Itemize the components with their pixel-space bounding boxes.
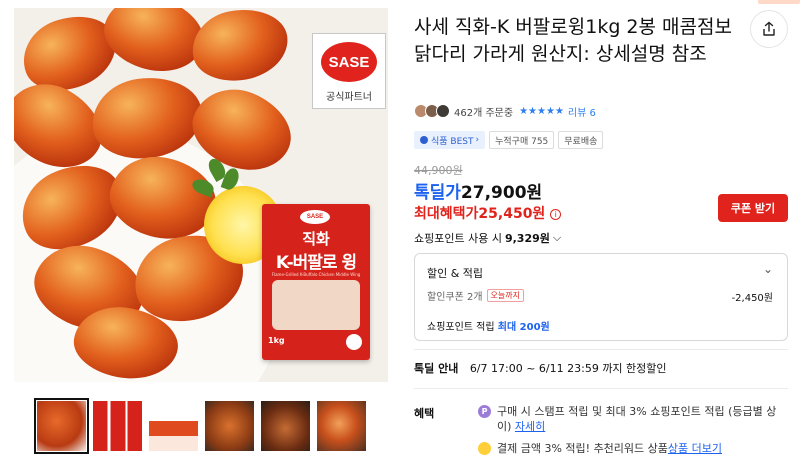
max-benefit-price: 최대혜택가25,450원 i xyxy=(414,203,562,223)
sale-price-row: 톡딜가27,900원 xyxy=(414,178,542,203)
share-icon xyxy=(763,21,775,36)
more-products-link[interactable]: 상품 더보기 xyxy=(668,440,722,456)
benefit-stamp-row: P 구매 시 스탬프 적립 및 최대 3% 쇼핑포인트 적립 (등급별 상이) … xyxy=(478,404,778,434)
star-rating-icon: ★★★★★ xyxy=(519,105,564,117)
product-title: 사세 직화-K 버팔로윙1kg 2봉 매콤점보닭다리 가라게 원산지: 상세설명… xyxy=(414,16,732,65)
points-usage-value: 9,329원 xyxy=(504,232,550,245)
avatar xyxy=(436,104,450,118)
brand-partner-label: 공식파트너 xyxy=(326,92,372,103)
ad-icon xyxy=(420,136,428,144)
coupon-amount: -2,450원 xyxy=(731,293,773,304)
benefit-reward-row: 결제 금액 3% 적립! 추천리워드 상품 상품 더보기 xyxy=(478,440,722,456)
pack-subtitle: Flame-Grilled K-Buffalo Chicken Middle W… xyxy=(271,272,361,277)
pack-stamp xyxy=(346,334,362,350)
badge-label: 식품 BEST xyxy=(431,136,474,147)
coupon-label: 할인쿠폰 2개 xyxy=(427,292,483,303)
divider xyxy=(414,349,788,350)
pack-weight: 1kg xyxy=(268,336,285,345)
points-accrual-label: 쇼핑포인트 적립 xyxy=(427,322,495,333)
thumbnail[interactable] xyxy=(146,398,201,454)
order-count: 462개 주문중 xyxy=(454,107,514,119)
deal-info-text: 6/7 17:00 ~ 6/11 23:59 까지 한정할인 xyxy=(469,362,667,375)
discount-panel: 할인 & 적립 ⌄ 할인쿠폰 2개 오늘까지 -2,450원 쇼핑포인트 적립 … xyxy=(414,253,788,341)
wing-graphic xyxy=(186,8,294,88)
coin-icon xyxy=(478,441,491,455)
brand-badge: SASE 공식파트너 xyxy=(312,33,386,109)
product-package: SASE 직화 K-버팔로 윙 Flame-Grilled K-Buffalo … xyxy=(262,204,370,360)
review-link[interactable]: 리뷰 6 xyxy=(568,104,596,119)
benefit-label: 혜택 xyxy=(414,407,435,420)
chevron-right-icon: › xyxy=(475,135,480,145)
pack-title-line1: 직화 xyxy=(302,230,330,248)
thumbnail[interactable] xyxy=(202,398,257,454)
discount-title: 할인 & 적립 xyxy=(427,267,484,280)
info-icon[interactable]: i xyxy=(550,208,562,220)
pack-logo: SASE xyxy=(300,210,330,224)
pack-title-line2: K-버팔로 윙 xyxy=(275,253,357,273)
coupon-download-button[interactable]: 쿠폰 받기 xyxy=(718,194,788,222)
product-main-image[interactable]: SASE 공식파트너 SASE 직화 K-버팔로 윙 Flame-Grilled… xyxy=(14,8,388,382)
promo-sticker xyxy=(758,0,800,4)
sale-price-label: 톡딜가 xyxy=(414,183,461,203)
thumbnail-strip xyxy=(34,398,370,454)
points-usage-row[interactable]: 쇼핑포인트 사용 시 9,329원 ⌵ xyxy=(414,230,561,246)
deal-info-row: 톡딜 안내 6/7 17:00 ~ 6/11 23:59 까지 한정할인 xyxy=(414,360,667,376)
benefit-reward-body: 결제 금액 3% 적립! 추천리워드 상품 xyxy=(497,442,668,455)
chevron-down-icon: ⌵ xyxy=(552,231,562,244)
share-button[interactable] xyxy=(750,10,788,48)
thumbnail[interactable] xyxy=(314,398,369,454)
badge-free-shipping: 무료배송 xyxy=(558,131,604,149)
points-usage-label: 쇼핑포인트 사용 시 xyxy=(414,232,502,245)
pack-window xyxy=(272,280,360,330)
coupon-row: 할인쿠폰 2개 오늘까지 xyxy=(427,288,524,303)
buyer-avatars xyxy=(414,104,450,118)
thumbnail[interactable] xyxy=(90,398,145,454)
benefit-stamp-text: 구매 시 스탬프 적립 및 최대 3% 쇼핑포인트 적립 (등급별 상이) 자세… xyxy=(497,404,778,434)
thumbnail[interactable] xyxy=(34,398,89,454)
review-summary: 462개 주문중 ★★★★★ 리뷰 6 xyxy=(414,103,596,119)
points-accrual-value: 최대 200원 xyxy=(497,322,550,333)
points-accrual-row: 쇼핑포인트 적립 최대 200원 xyxy=(427,318,550,333)
original-price: 44,900원 xyxy=(414,164,463,177)
brand-logo: SASE xyxy=(321,42,377,82)
thumbnail[interactable] xyxy=(258,398,313,454)
max-benefit-value: 25,450원 xyxy=(478,206,546,222)
max-benefit-label: 최대혜택가 xyxy=(414,206,479,222)
divider xyxy=(414,388,788,389)
badge-row: 식품 BEST › 누적구매 755 무료배송 xyxy=(414,131,604,149)
badge-cumulative-purchases: 누적구매 755 xyxy=(489,131,555,149)
sale-price-value: 27,900원 xyxy=(460,183,543,203)
deal-info-label: 톡딜 안내 xyxy=(414,362,459,375)
point-icon: P xyxy=(478,405,491,418)
badge-food-best[interactable]: 식품 BEST › xyxy=(414,131,486,149)
chevron-down-icon[interactable]: ⌄ xyxy=(763,262,773,276)
details-link[interactable]: 자세히 xyxy=(515,420,545,433)
coupon-deadline-tag: 오늘까지 xyxy=(486,289,524,302)
